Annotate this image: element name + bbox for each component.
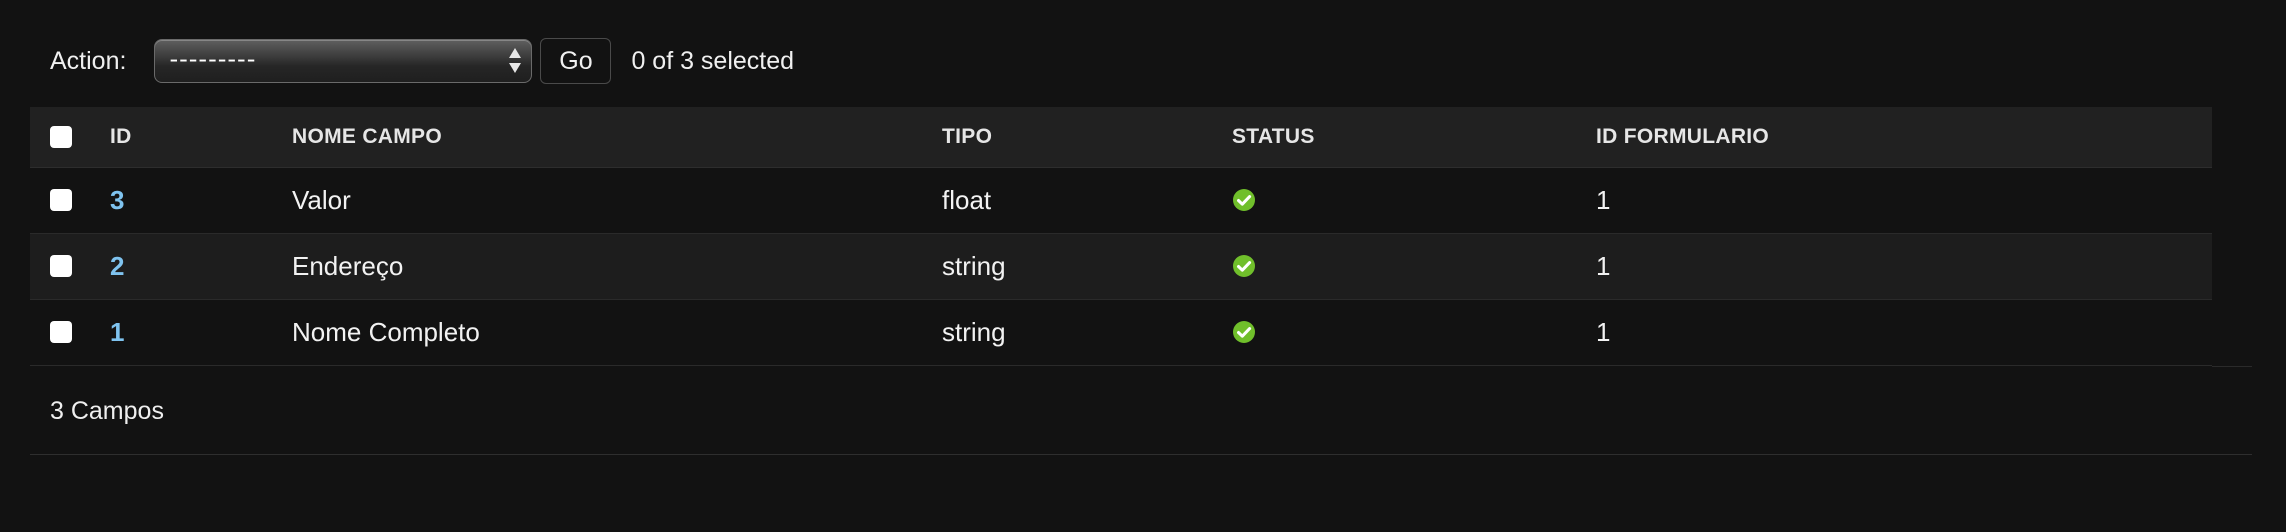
row-select-cell <box>30 233 110 300</box>
nome-campo-cell: Valor <box>292 167 942 234</box>
row-id-link[interactable]: 3 <box>110 185 124 215</box>
id-formulario-cell: 1 <box>1596 167 2212 234</box>
row-select-cell <box>30 299 110 366</box>
table-row: 1 Nome Completo string 1 <box>30 299 2212 366</box>
results-table: ID NOME CAMPO TIPO STATUS ID FORMULARIO … <box>30 107 2212 366</box>
table-row: 3 Valor float 1 <box>30 167 2212 234</box>
id-formulario-cell: 1 <box>1596 233 2212 300</box>
row-id-link[interactable]: 1 <box>110 317 124 347</box>
results-table-container: ID NOME CAMPO TIPO STATUS ID FORMULARIO … <box>30 107 2212 366</box>
table-divider <box>2212 366 2252 367</box>
tipo-cell: string <box>942 299 1232 366</box>
row-checkbox[interactable] <box>50 189 72 211</box>
selection-counter: 0 of 3 selected <box>631 46 795 75</box>
status-cell <box>1232 233 1596 300</box>
up-down-arrows-icon <box>509 46 522 76</box>
action-label: Action: <box>50 46 127 75</box>
checkmark-circle-icon <box>1233 255 1255 277</box>
select-all-checkbox[interactable] <box>50 125 72 148</box>
table-row: 2 Endereço string 1 <box>30 233 2212 300</box>
paginator: 3 Campos <box>50 397 164 425</box>
tipo-cell: string <box>942 233 1232 300</box>
go-button[interactable]: Go <box>540 38 612 84</box>
column-header-id[interactable]: ID <box>110 107 292 168</box>
column-header-nome-campo[interactable]: NOME CAMPO <box>292 107 942 168</box>
id-formulario-cell: 1 <box>1596 299 2212 366</box>
table-header-row: ID NOME CAMPO TIPO STATUS ID FORMULARIO <box>30 107 2212 168</box>
actions-bar: Action: --------- Go 0 of 3 selected <box>50 37 794 85</box>
id-cell: 2 <box>110 233 292 300</box>
column-header-tipo[interactable]: TIPO <box>942 107 1232 168</box>
nome-campo-cell: Endereço <box>292 233 942 300</box>
row-id-link[interactable]: 2 <box>110 251 124 281</box>
id-cell: 3 <box>110 167 292 234</box>
id-cell: 1 <box>110 299 292 366</box>
checkmark-circle-icon <box>1233 321 1255 343</box>
tipo-cell: float <box>942 167 1232 234</box>
row-checkbox[interactable] <box>50 255 72 277</box>
checkmark-circle-icon <box>1233 189 1255 211</box>
footer-divider <box>30 454 2252 455</box>
nome-campo-cell: Nome Completo <box>292 299 942 366</box>
row-select-cell <box>30 167 110 234</box>
action-select-value: --------- <box>169 45 257 73</box>
action-select[interactable]: --------- <box>154 39 533 83</box>
select-all-header <box>30 107 110 168</box>
column-header-id-formulario[interactable]: ID FORMULARIO <box>1596 107 2212 168</box>
status-cell <box>1232 299 1596 366</box>
column-header-status[interactable]: STATUS <box>1232 107 1596 168</box>
status-cell <box>1232 167 1596 234</box>
row-checkbox[interactable] <box>50 321 72 343</box>
